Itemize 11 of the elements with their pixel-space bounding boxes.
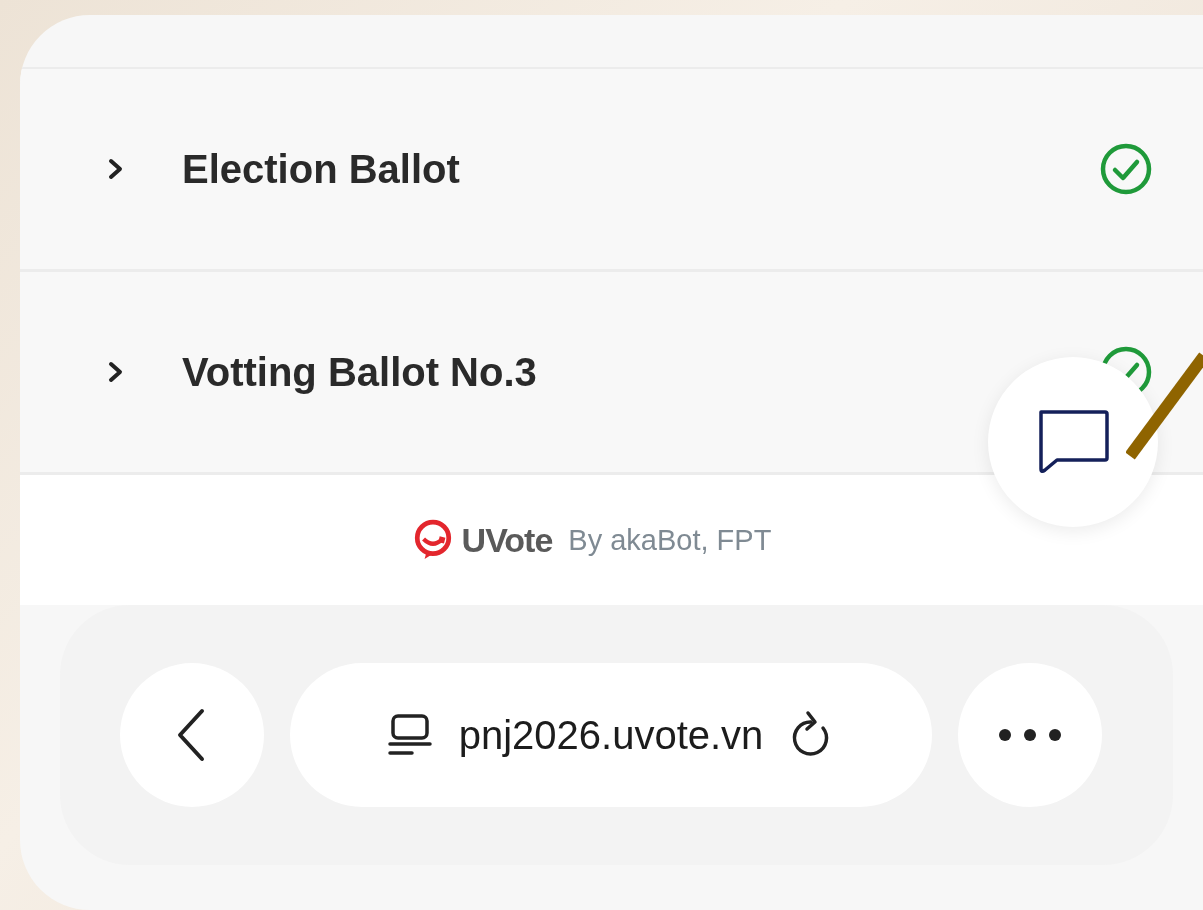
url-text: pnj2026.uvote.vn: [458, 712, 764, 758]
chevron-icon: [108, 158, 124, 180]
tabs-icon: [386, 713, 433, 757]
more-dots-icon: [998, 728, 1062, 742]
address-bar[interactable]: pnj2026.uvote.vn: [290, 663, 932, 807]
ballot-title: Election Ballot: [182, 146, 461, 192]
chevron-icon: [108, 361, 124, 383]
byline-text: By akaBot, FPT: [568, 523, 772, 557]
ballot-title: Votting Ballot No.3: [182, 349, 538, 395]
brand-name: UVote: [461, 520, 553, 560]
ballot-row[interactable]: Election Ballot: [20, 69, 1203, 272]
